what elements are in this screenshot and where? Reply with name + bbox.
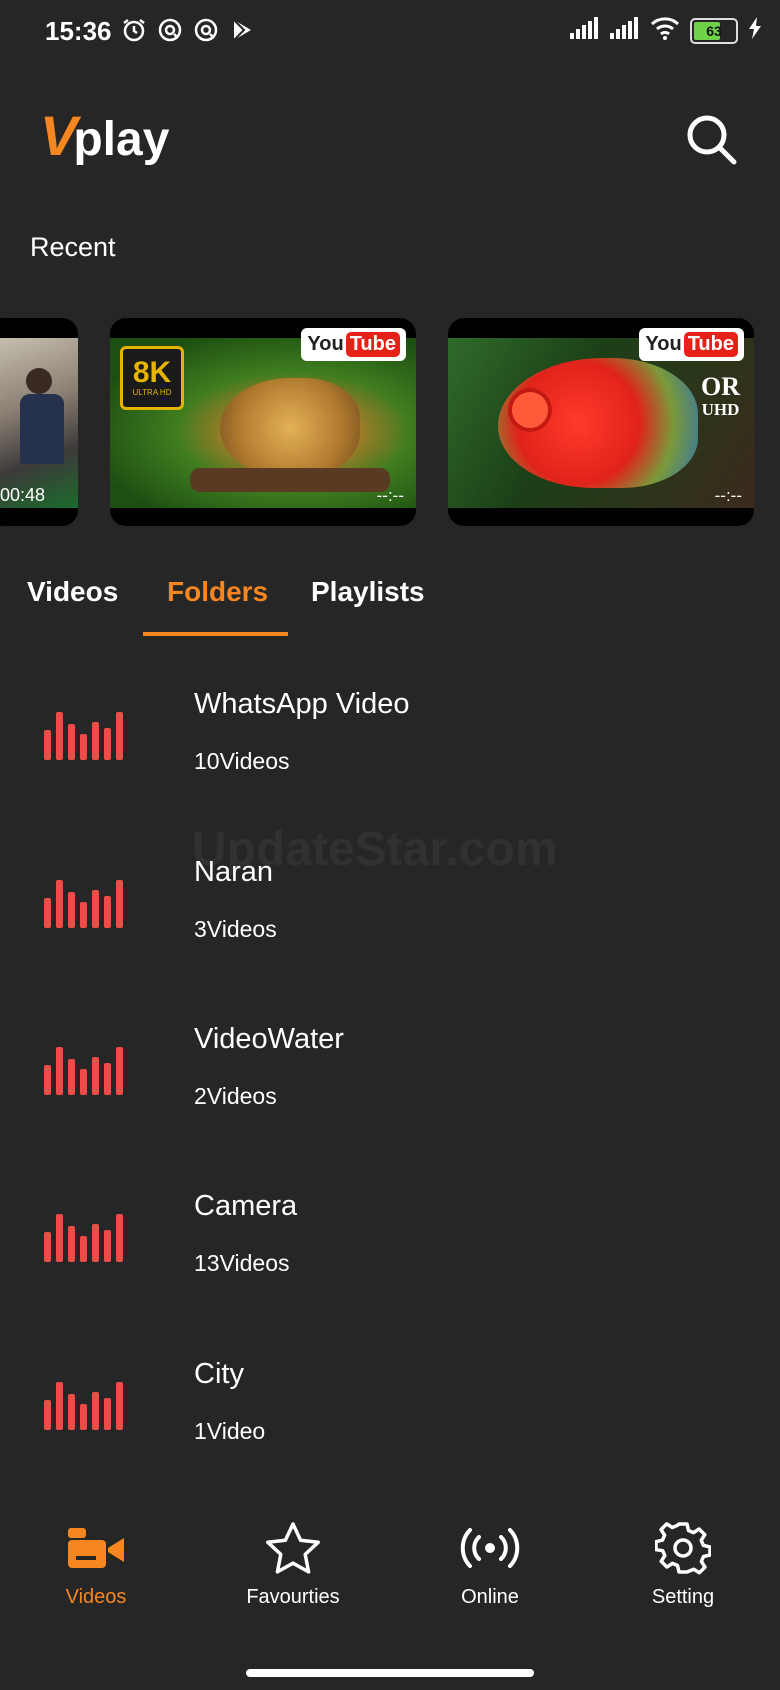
nav-online[interactable]: Online: [410, 1514, 570, 1609]
home-indicator[interactable]: [246, 1669, 534, 1677]
folder-count: 13Videos: [194, 1250, 290, 1276]
folder-item[interactable]: WhatsApp Video 10Videos: [0, 670, 780, 820]
gear-icon: [655, 1522, 711, 1575]
video-duration: 00:48: [0, 485, 46, 505]
folder-count: 10Videos: [194, 748, 290, 774]
battery-icon: 63: [690, 17, 738, 44]
equalizer-icon: [44, 880, 123, 928]
folder-name: WhatsApp Video: [194, 688, 410, 720]
broadcast-icon: [460, 1528, 520, 1568]
equalizer-icon: [44, 1047, 123, 1095]
8k-badge: 8K ULTRA HD: [120, 346, 184, 410]
play-store-icon: [228, 16, 256, 44]
nav-label: Online: [461, 1586, 519, 1608]
status-icons-left: [120, 16, 256, 44]
recent-video-1[interactable]: 00:48: [0, 318, 78, 526]
status-icons-right: 63: [570, 16, 762, 45]
folder-count: 3Videos: [194, 916, 277, 942]
app-bar: V play: [0, 100, 780, 180]
youtube-logo: You Tube: [639, 328, 744, 361]
tab-videos[interactable]: Videos: [27, 576, 118, 608]
alarm-icon: [120, 16, 148, 44]
bottom-navigation: Videos Favourties Online Setting: [0, 1500, 780, 1630]
folder-item[interactable]: VideoWater 2Videos: [0, 1005, 780, 1155]
equalizer-icon: [44, 712, 123, 760]
equalizer-icon: [44, 1214, 123, 1262]
tab-playlists[interactable]: Playlists: [311, 576, 425, 608]
search-icon: [687, 115, 737, 165]
signal-icon: [570, 17, 600, 44]
folder-name: VideoWater: [194, 1023, 344, 1055]
folder-count: 1Video: [194, 1418, 266, 1444]
nav-videos[interactable]: Videos: [16, 1514, 176, 1609]
tab-bar: Videos Folders Playlists: [0, 570, 780, 638]
folder-name: Camera: [194, 1190, 298, 1222]
recent-videos: 00:48 8K ULTRA HD You Tube --:-- OR UHD Y…: [0, 318, 780, 528]
folder-item[interactable]: Naran 3Videos: [0, 838, 780, 988]
folder-count: 2Videos: [194, 1083, 277, 1109]
active-tab-indicator: [143, 632, 288, 636]
video-thumbnail: [448, 338, 754, 508]
folder-name: City: [194, 1358, 244, 1390]
tab-folders[interactable]: Folders: [167, 576, 268, 608]
status-time: 15:36: [45, 16, 112, 46]
notification-icon: [156, 16, 184, 44]
charging-icon: [748, 17, 762, 44]
signal-icon: [610, 17, 640, 44]
nav-favourites[interactable]: Favourties: [213, 1514, 373, 1609]
recent-video-2[interactable]: 8K ULTRA HD You Tube --:--: [110, 318, 416, 526]
status-bar: 15:36 63: [0, 0, 780, 64]
battery-level: 63: [706, 22, 722, 39]
video-duration: --:--: [376, 486, 404, 505]
recent-video-3[interactable]: OR UHD You Tube --:--: [448, 318, 754, 526]
folder-item[interactable]: City 1Video: [0, 1340, 780, 1490]
video-duration: --:--: [714, 486, 742, 505]
notification-icon: [192, 16, 220, 44]
folder-item[interactable]: Camera 13Videos: [0, 1172, 780, 1322]
equalizer-icon: [44, 1382, 123, 1430]
star-icon: [266, 1522, 320, 1574]
video-camera-icon: [68, 1528, 124, 1568]
folder-name: Naran: [194, 856, 273, 888]
nav-setting[interactable]: Setting: [603, 1514, 763, 1609]
uhd-overlay: OR UHD: [701, 372, 740, 420]
video-thumbnail: [0, 338, 78, 508]
recent-title: Recent: [30, 232, 116, 262]
nav-label: Setting: [651, 1586, 715, 1608]
youtube-logo: You Tube: [301, 328, 406, 361]
nav-label: Videos: [65, 1586, 127, 1608]
wifi-icon: [650, 16, 680, 45]
search-button[interactable]: [682, 110, 742, 170]
app-logo: V play: [40, 104, 170, 167]
nav-label: Favourties: [246, 1586, 340, 1608]
